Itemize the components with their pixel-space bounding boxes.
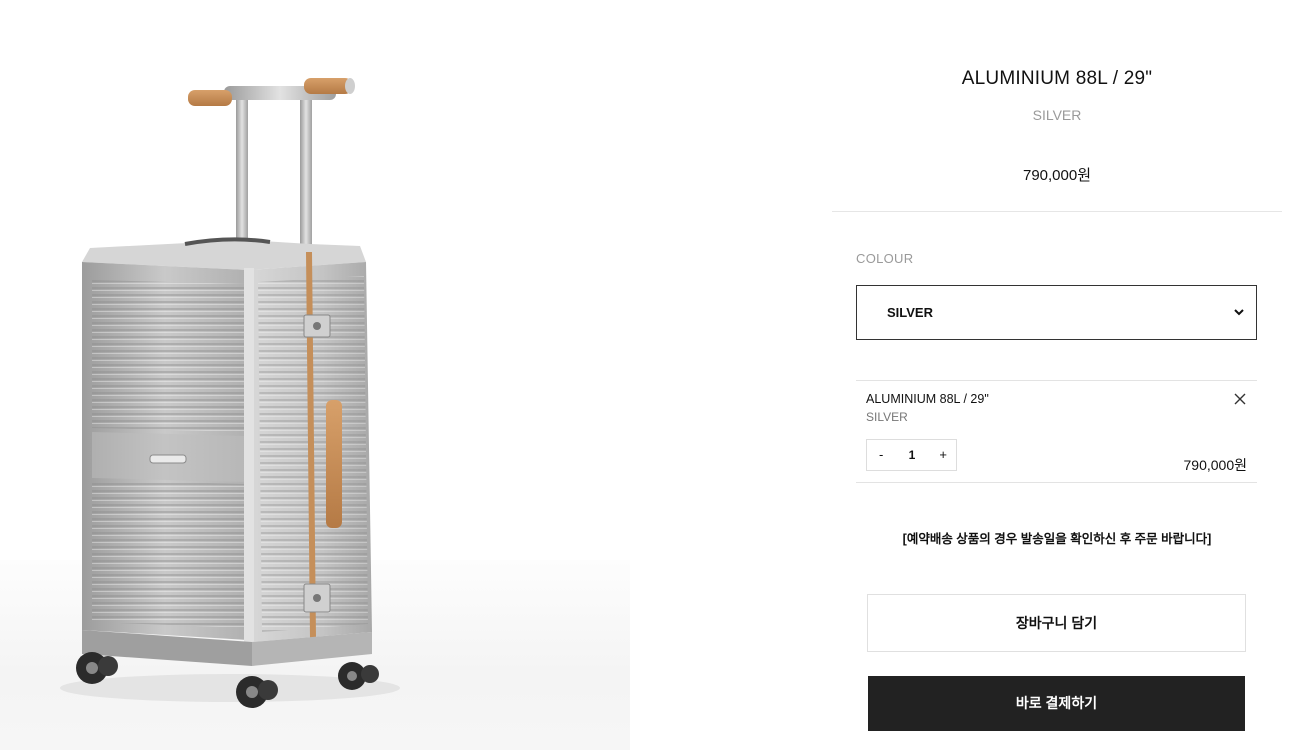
product-info-panel: ALUMINIUM 88L / 29" SILVER 790,000원 COLO… [832,0,1282,750]
quantity-stepper: - 1 + [866,439,957,471]
buy-now-button[interactable]: 바로 결제하기 [868,676,1245,731]
quantity-increase-button[interactable]: + [939,447,947,462]
product-image-area [0,0,640,750]
product-price: 790,000원 [1022,167,1092,184]
colour-select-value: SILVER [887,305,933,320]
aluminium-suitcase-image [60,78,400,708]
quantity-value[interactable]: 1 [905,448,919,462]
quantity-decrease-button[interactable]: - [879,447,883,462]
option-product-name: ALUMINIUM 88L / 29" [866,392,989,406]
chevron-down-icon [1234,309,1244,316]
option-colour: SILVER [866,410,908,424]
product-title: ALUMINIUM 88L / 29" [961,68,1153,89]
product-colour-name: SILVER [1032,107,1082,123]
preorder-notice: [예약배송 상품의 경우 발송일을 확인하신 후 주문 바랍니다] [902,532,1212,546]
divider [832,211,1282,212]
close-icon[interactable] [1233,392,1247,406]
selected-option-row: ALUMINIUM 88L / 29" SILVER - 1 + 790,000… [856,380,1257,483]
colour-select[interactable]: SILVER [856,285,1257,340]
colour-label: COLOUR [856,251,914,266]
option-price: 790,000원 [1183,457,1248,473]
add-to-cart-button[interactable]: 장바구니 담기 [867,594,1246,652]
